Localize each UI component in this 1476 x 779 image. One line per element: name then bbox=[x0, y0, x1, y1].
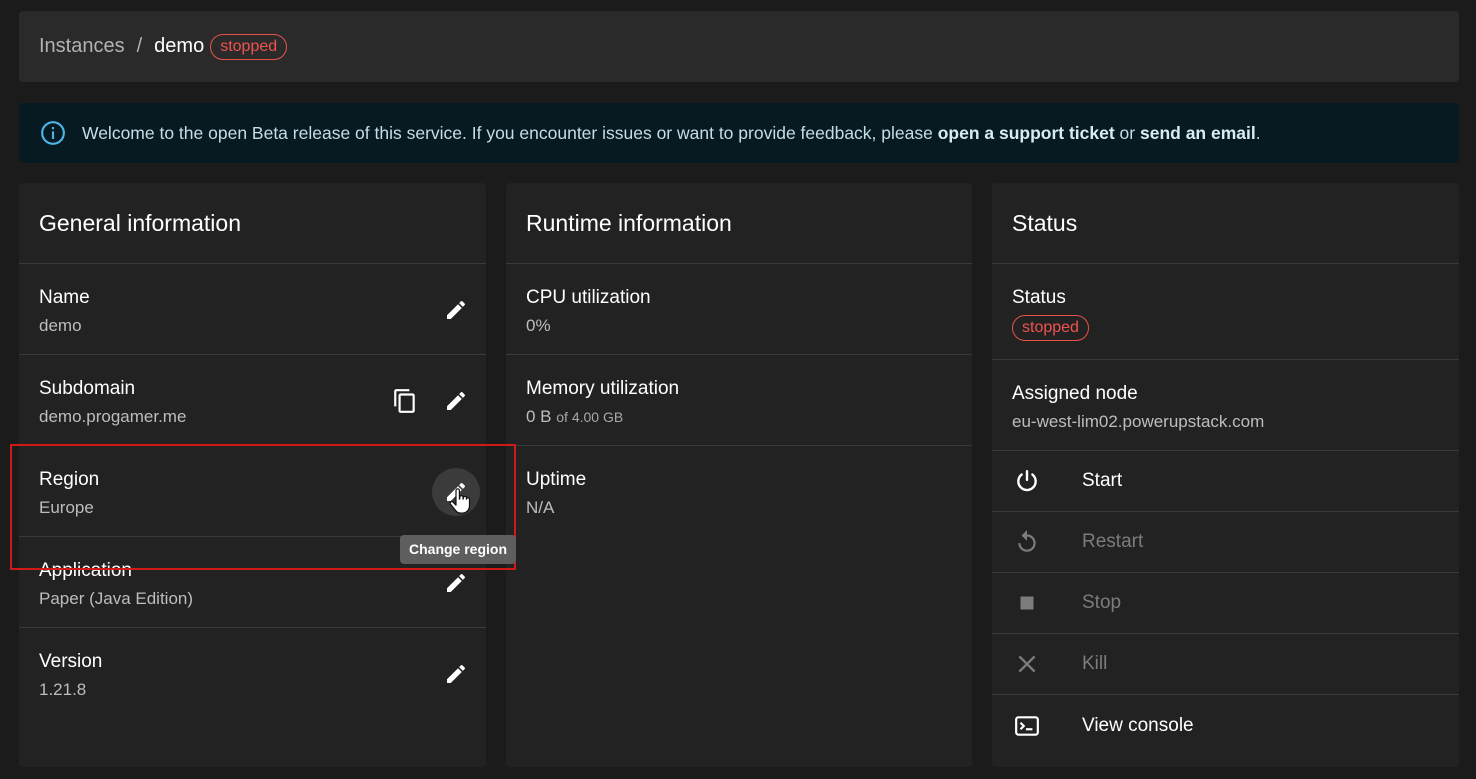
pencil-icon bbox=[447, 573, 466, 592]
memory-value: 0 B bbox=[526, 407, 552, 426]
cpu-row: CPU utilization 0% bbox=[506, 264, 972, 355]
runtime-information-card: Runtime information CPU utilization 0% M… bbox=[506, 183, 972, 767]
runtime-information-title: Runtime information bbox=[506, 183, 972, 264]
terminal-icon bbox=[1014, 713, 1040, 739]
breadcrumb-current: demo bbox=[154, 35, 205, 57]
assigned-node-row: Assigned node eu-west-lim02.powerupstack… bbox=[992, 360, 1459, 451]
memory-value-line: 0 B of 4.00 GB bbox=[526, 406, 972, 428]
restart-action[interactable]: Restart bbox=[992, 512, 1459, 573]
close-icon bbox=[1014, 651, 1040, 677]
power-icon bbox=[1014, 468, 1040, 494]
hand-cursor-icon bbox=[449, 488, 471, 514]
stop-icon bbox=[1014, 590, 1040, 616]
copy-subdomain-button[interactable] bbox=[381, 377, 429, 425]
cpu-value: 0% bbox=[526, 316, 551, 335]
assigned-node-label: Assigned node bbox=[1012, 383, 1138, 404]
cpu-label: CPU utilization bbox=[526, 287, 651, 308]
assigned-node-value: eu-west-lim02.powerupstack.com bbox=[1012, 412, 1265, 431]
memory-label: Memory utilization bbox=[526, 378, 680, 399]
status-badge: stopped bbox=[210, 33, 288, 60]
kill-action[interactable]: Kill bbox=[992, 634, 1459, 695]
edit-name-button[interactable] bbox=[432, 286, 480, 334]
region-label: Region bbox=[39, 469, 100, 490]
banner-text: Welcome to the open Beta release of this… bbox=[82, 122, 938, 143]
uptime-row: Uptime N/A bbox=[506, 446, 972, 537]
region-value: Europe bbox=[39, 498, 94, 517]
status-label: Status bbox=[1012, 287, 1066, 308]
banner-text-or: or bbox=[1114, 122, 1140, 143]
status-row: Status stopped bbox=[992, 264, 1459, 360]
version-row: Version 1.21.8 bbox=[19, 628, 486, 719]
pencil-icon bbox=[447, 664, 466, 683]
change-region-tooltip: Change region bbox=[400, 535, 517, 564]
info-icon bbox=[40, 120, 66, 146]
status-card: Status Status stopped Assigned node eu-w… bbox=[992, 183, 1459, 767]
send-email-link[interactable]: send an email bbox=[1140, 123, 1256, 143]
region-row: Region Europe bbox=[19, 446, 486, 537]
banner-text-end: . bbox=[1255, 122, 1261, 143]
breadcrumb-bar: Instances / demo stopped bbox=[19, 11, 1459, 82]
stop-action[interactable]: Stop bbox=[992, 573, 1459, 634]
breadcrumb-separator: / bbox=[136, 35, 143, 57]
edit-version-button[interactable] bbox=[432, 650, 480, 698]
version-label: Version bbox=[39, 651, 103, 672]
name-label: Name bbox=[39, 287, 90, 308]
breadcrumb-instances-link[interactable]: Instances bbox=[39, 35, 125, 58]
general-information-card: General information Name demo Subdomain … bbox=[19, 183, 486, 767]
general-information-title: General information bbox=[19, 183, 486, 264]
subdomain-row: Subdomain demo.progamer.me bbox=[19, 355, 486, 446]
restart-icon bbox=[1014, 529, 1040, 555]
pencil-icon bbox=[447, 300, 466, 319]
start-label: Start bbox=[1082, 470, 1123, 491]
kill-label: Kill bbox=[1082, 653, 1108, 674]
stop-label: Stop bbox=[1082, 592, 1122, 613]
beta-info-banner: Welcome to the open Beta release of this… bbox=[19, 103, 1459, 163]
status-badge: stopped bbox=[1012, 315, 1089, 341]
restart-label: Restart bbox=[1082, 531, 1144, 552]
memory-total: of 4.00 GB bbox=[556, 409, 624, 425]
start-action[interactable]: Start bbox=[992, 451, 1459, 512]
status-card-title: Status bbox=[992, 183, 1459, 264]
name-row: Name demo bbox=[19, 264, 486, 355]
edit-application-button[interactable] bbox=[432, 559, 480, 607]
application-value: Paper (Java Edition) bbox=[39, 589, 194, 608]
support-ticket-link[interactable]: open a support ticket bbox=[938, 123, 1115, 143]
name-value: demo bbox=[39, 316, 82, 335]
memory-row: Memory utilization 0 B of 4.00 GB bbox=[506, 355, 972, 446]
version-value: 1.21.8 bbox=[39, 680, 87, 699]
copy-icon bbox=[394, 389, 415, 413]
pencil-icon bbox=[447, 391, 466, 410]
uptime-value: N/A bbox=[526, 498, 555, 517]
view-console-action[interactable]: View console bbox=[992, 695, 1459, 756]
uptime-label: Uptime bbox=[526, 469, 587, 490]
edit-subdomain-button[interactable] bbox=[432, 377, 480, 425]
view-console-label: View console bbox=[1082, 714, 1194, 736]
